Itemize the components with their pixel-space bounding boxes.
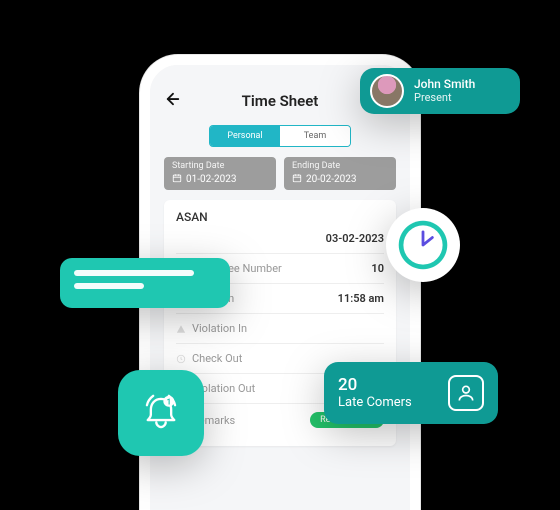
chat-line-2 [74,283,144,289]
person-icon [448,375,484,411]
bell-badge-count: 1 [167,397,171,406]
tab-bar: Personal Team [209,125,351,147]
clock-badge [386,208,460,282]
row-violation-in: Violation In [176,313,384,343]
employee-number-value: 10 [371,262,384,275]
late-label: Late Comers [338,395,412,410]
chat-bubble [60,258,230,308]
entry-date: 03-02-2023 [176,232,384,245]
check-in-value: 11:58 am [338,292,384,305]
clock-icon [176,354,186,364]
chat-line-1 [74,270,194,276]
end-date-field[interactable]: Ending Date 20-02-2023 [284,157,396,190]
back-icon[interactable] [164,90,182,113]
presence-card[interactable]: John Smith Present [360,68,520,114]
date-range: Starting Date 01-02-2023 Ending Date 20-… [164,157,396,190]
presence-status: Present [414,91,475,104]
start-date-value: 01-02-2023 [186,174,237,185]
presence-name: John Smith [414,78,475,92]
warning-icon [176,324,186,334]
page-title: Time Sheet [242,92,319,110]
late-count: 20 [338,376,412,395]
tab-personal[interactable]: Personal [210,126,280,146]
notification-tile[interactable]: 1 [118,370,204,456]
start-date-label: Starting Date [172,161,268,171]
end-date-label: Ending Date [292,161,388,171]
start-date-field[interactable]: Starting Date 01-02-2023 [164,157,276,190]
avatar [370,74,404,108]
bell-icon: 1 [136,388,186,438]
late-comers-card[interactable]: 20 Late Comers [324,362,498,424]
end-date-value: 20-02-2023 [306,174,357,185]
employee-name: ASAN [176,210,384,224]
calendar-icon [172,173,182,186]
calendar-icon [292,173,302,186]
tab-team[interactable]: Team [280,126,350,146]
